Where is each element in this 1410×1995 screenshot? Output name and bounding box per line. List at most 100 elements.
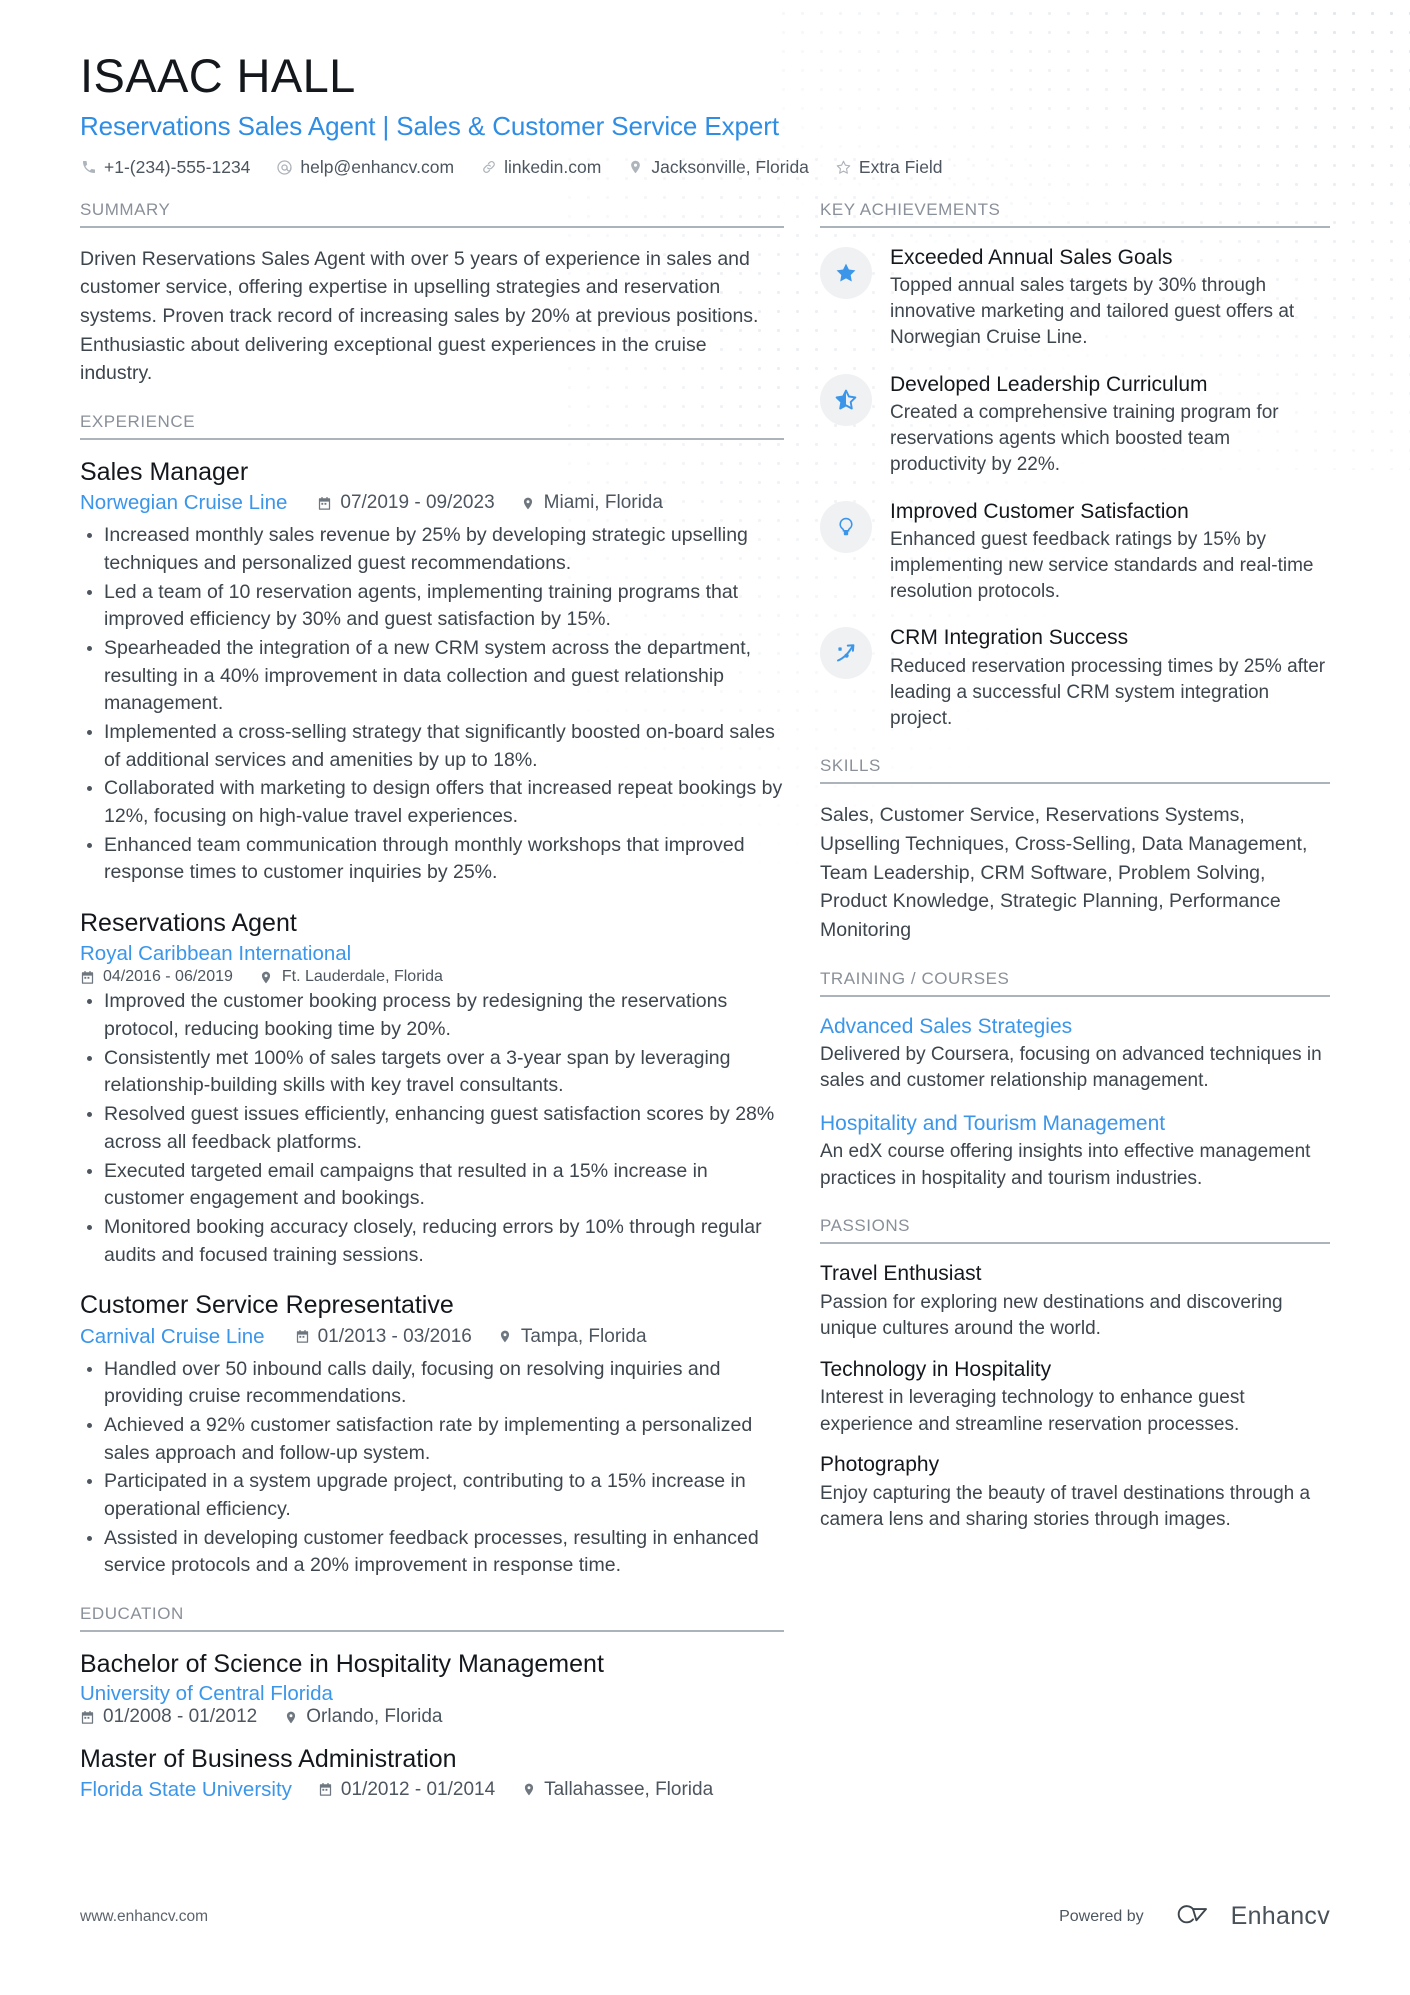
job-bullet: Collaborated with marketing to design of… <box>80 775 784 830</box>
course-description: Delivered by Coursera, focusing on advan… <box>820 1043 1322 1092</box>
passion-title: Photography <box>820 1453 940 1477</box>
summary-section-title: SUMMARY <box>80 200 784 228</box>
education-dates: 01/2012 - 01/2014 <box>318 1779 495 1801</box>
achievement-description: Enhanced guest feedback ratings by 15% b… <box>890 528 1314 603</box>
section-key-achievements: KEY ACHIEVEMENTS Exceeded Annual Sales G… <box>820 200 1330 733</box>
section-experience: EXPERIENCE Sales Manager Norwegian Cruis… <box>80 412 784 1580</box>
experience-item: Sales Manager Norwegian Cruise Line 07/2… <box>80 457 784 887</box>
job-bullet: Increased monthly sales revenue by 25% b… <box>80 522 784 577</box>
footer-website-url[interactable]: www.enhancv.com <box>80 1908 208 1926</box>
achievement-title: Developed Leadership Curriculum <box>890 372 1208 396</box>
achievement-body: Developed Leadership Curriculum Created … <box>890 372 1330 479</box>
job-bullet: Executed targeted email campaigns that r… <box>80 1158 784 1213</box>
resume-body: SUMMARY Driven Reservations Sales Agent … <box>80 200 1330 1826</box>
job-dates: 07/2019 - 09/2023 <box>317 492 495 514</box>
resume-header: ISAAC HALL Reservations Sales Agent | Sa… <box>80 0 1330 178</box>
education-location: Orlando, Florida <box>283 1706 442 1728</box>
candidate-headline: Reservations Sales Agent | Sales & Custo… <box>80 110 779 141</box>
contact-extra-field[interactable]: Extra Field <box>835 157 943 178</box>
star-half-icon <box>820 373 872 426</box>
education-location: Tallahassee, Florida <box>521 1779 713 1801</box>
calendar-icon <box>295 1329 310 1345</box>
education-meta: 01/2008 - 01/2012 Orlando, Florida <box>80 1706 784 1728</box>
job-bullet: Enhanced team communication through mont… <box>80 832 784 887</box>
job-dates: 01/2013 - 03/2016 <box>295 1326 472 1348</box>
passion-item: Photography Enjoy capturing the beauty o… <box>820 1452 1330 1533</box>
course-title[interactable]: Advanced Sales Strategies <box>820 1014 1330 1040</box>
powered-by-block: Powered by Enhancv <box>1059 1900 1330 1933</box>
contact-email[interactable]: help@enhancv.com <box>276 157 454 178</box>
link-icon <box>480 159 497 176</box>
section-education: EDUCATION Bachelor of Science in Hospita… <box>80 1604 784 1802</box>
education-location-text: Orlando, Florida <box>306 1706 443 1728</box>
education-school[interactable]: Florida State University <box>80 1778 292 1802</box>
job-company[interactable]: Royal Caribbean International <box>80 942 351 965</box>
job-dates: 04/2016 - 06/2019 <box>80 968 233 986</box>
job-bullets: Increased monthly sales revenue by 25% b… <box>80 522 784 887</box>
education-item: Bachelor of Science in Hospitality Manag… <box>80 1649 784 1728</box>
resume-page: ISAAC HALL Reservations Sales Agent | Sa… <box>0 0 1410 1826</box>
job-title: Sales Manager <box>80 457 249 486</box>
section-summary: SUMMARY Driven Reservations Sales Agent … <box>80 200 784 388</box>
job-dates-text: 07/2019 - 09/2023 <box>340 492 495 514</box>
education-degree: Master of Business Administration <box>80 1745 457 1774</box>
achievements-section-title: KEY ACHIEVEMENTS <box>820 200 1330 228</box>
location-icon <box>283 1709 298 1725</box>
achievement-description: Topped annual sales targets by 30% throu… <box>890 274 1295 349</box>
star-outline-icon <box>835 159 852 176</box>
job-bullet: Led a team of 10 reservation agents, imp… <box>80 579 784 634</box>
achievement-description: Reduced reservation processing times by … <box>890 655 1326 730</box>
passion-description: Interest in leveraging technology to enh… <box>820 1387 1245 1435</box>
powered-by-label: Powered by <box>1059 1907 1144 1925</box>
job-bullet: Spearheaded the integration of a new CRM… <box>80 635 784 718</box>
education-dates-text: 01/2012 - 01/2014 <box>340 1778 496 1800</box>
education-location-text: Tallahassee, Florida <box>544 1778 714 1800</box>
skills-text: Sales, Customer Service, Reservations Sy… <box>820 804 1308 941</box>
job-title: Reservations Agent <box>80 909 297 938</box>
education-item: Master of Business Administration Florid… <box>80 1744 784 1801</box>
job-bullet: Achieved a 92% customer satisfaction rat… <box>80 1412 784 1467</box>
location-icon <box>259 969 274 985</box>
job-company[interactable]: Norwegian Cruise Line <box>80 491 287 515</box>
contact-phone[interactable]: +1-(234)-555-1234 <box>80 157 250 178</box>
job-location-text: Ft. Lauderdale, Florida <box>281 968 443 986</box>
enhancv-logo-icon <box>1166 1900 1220 1933</box>
achievement-description: Created a comprehensive training program… <box>890 401 1279 476</box>
contact-linkedin[interactable]: linkedin.com <box>480 157 601 178</box>
calendar-icon <box>80 969 95 985</box>
job-title: Customer Service Representative <box>80 1291 454 1320</box>
education-degree: Bachelor of Science in Hospitality Manag… <box>80 1650 604 1679</box>
phone-icon <box>80 159 97 176</box>
job-bullet: Assisted in developing customer feedback… <box>80 1525 784 1580</box>
location-icon <box>627 159 644 176</box>
education-dates: 01/2008 - 01/2012 <box>80 1706 257 1728</box>
job-location-text: Miami, Florida <box>543 492 663 514</box>
job-bullet: Implemented a cross-selling strategy tha… <box>80 719 784 774</box>
location-icon <box>521 495 536 511</box>
calendar-icon <box>80 1709 95 1725</box>
passion-title: Technology in Hospitality <box>820 1357 1052 1381</box>
achievement-title: Improved Customer Satisfaction <box>890 499 1189 523</box>
passion-title: Travel Enthusiast <box>820 1262 982 1286</box>
passion-item: Travel Enthusiast Passion for exploring … <box>820 1261 1330 1342</box>
contact-location[interactable]: Jacksonville, Florida <box>627 157 809 178</box>
job-location-text: Tampa, Florida <box>520 1325 647 1347</box>
experience-section-title: EXPERIENCE <box>80 412 784 440</box>
contact-row: +1-(234)-555-1234 help@enhancv.com linke… <box>80 157 1330 178</box>
star-filled-icon <box>820 246 872 299</box>
job-bullet: Consistently met 100% of sales targets o… <box>80 1045 784 1100</box>
lightbulb-icon <box>820 500 872 553</box>
course-title[interactable]: Hospitality and Tourism Management <box>820 1111 1330 1137</box>
training-section-title: TRAINING / COURSES <box>820 969 1330 997</box>
trending-up-icon <box>820 627 872 680</box>
contact-linkedin-text: linkedin.com <box>504 156 602 177</box>
achievement-title: Exceeded Annual Sales Goals <box>890 245 1173 269</box>
achievement-body: Improved Customer Satisfaction Enhanced … <box>890 499 1330 606</box>
achievement-body: Exceeded Annual Sales Goals Topped annua… <box>890 245 1330 352</box>
education-meta: Florida State University 01/2012 - 01/20… <box>80 1778 784 1802</box>
job-company[interactable]: Carnival Cruise Line <box>80 1325 265 1349</box>
education-school[interactable]: University of Central Florida <box>80 1682 333 1705</box>
email-icon <box>276 159 293 176</box>
education-section-title: EDUCATION <box>80 1604 784 1633</box>
candidate-name: ISAAC HALL <box>80 49 356 102</box>
